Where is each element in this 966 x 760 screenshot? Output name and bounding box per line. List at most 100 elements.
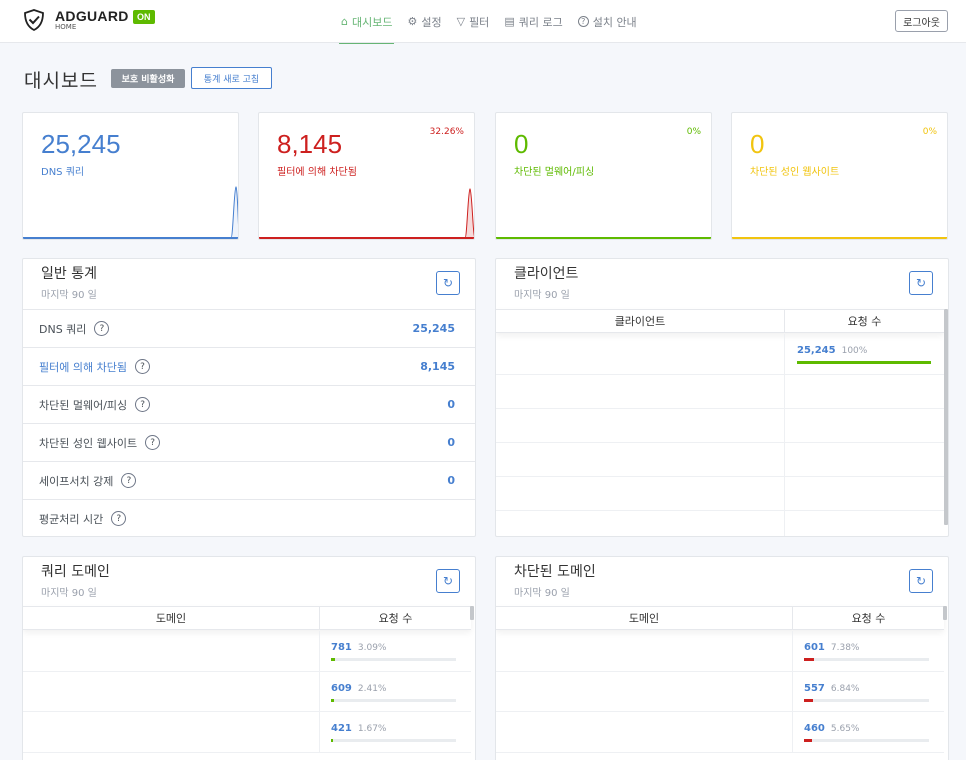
scrollbar[interactable] (943, 606, 947, 620)
refresh-button[interactable]: ↻ (436, 569, 460, 593)
scrollbar[interactable] (944, 309, 948, 525)
row-value: 0 (447, 474, 455, 487)
column-header-requests[interactable]: 요청 수 (793, 607, 944, 629)
stat-label: 차단된 멀웨어/피싱 (514, 167, 595, 178)
request-count: 25,245 (797, 345, 836, 356)
row-label: 세이프서치 강제 (39, 474, 114, 488)
panel-subtitle: 마지막 90 일 (41, 588, 97, 599)
row-value: 25,245 (412, 322, 455, 335)
app-name: ADGUARD (55, 8, 129, 24)
request-count: 460 (804, 723, 825, 734)
panel-title: 쿼리 도메인 (41, 564, 110, 580)
help-icon[interactable]: ? (135, 397, 151, 412)
stat-card-dns-queries: 25,245 DNS 쿼리 (22, 112, 239, 240)
column-header-domain[interactable]: 도메인 (23, 607, 320, 629)
card-accent-line (732, 237, 947, 239)
column-header-client[interactable]: 클라이언트 (496, 310, 785, 332)
disable-protection-button[interactable]: 보호 비활성화 (111, 69, 185, 88)
requests-cell: 421 1.67% (320, 712, 471, 752)
column-header-requests[interactable]: 요청 수 (785, 310, 944, 332)
nav-setup-guide[interactable]: ? 설치 안내 (577, 0, 637, 43)
dns-queries-sparkline (23, 186, 238, 239)
general-row-malware: 차단된 멀웨어/피싱 ? 0 (23, 385, 475, 423)
progress-bar (331, 739, 456, 742)
help-icon[interactable]: ? (94, 321, 110, 336)
request-count: 781 (331, 642, 352, 653)
general-row-blocked-filters: 필터에 의해 차단됨 ? 8,145 (23, 347, 475, 385)
help-icon[interactable]: ? (121, 473, 137, 488)
nav-label: 필터 (469, 15, 490, 29)
domain-cell (23, 712, 320, 752)
refresh-button[interactable]: ↻ (909, 271, 933, 295)
stat-value: 0 (514, 129, 529, 159)
progress-fill (331, 699, 334, 702)
help-icon: ? (577, 16, 589, 27)
table-row: 609 2.41% (23, 672, 471, 712)
help-icon[interactable]: ? (134, 359, 150, 374)
domain-cell (496, 672, 793, 711)
shield-check-icon (24, 9, 44, 32)
stat-card-blocked-by-filters: 32.26% 8,145 필터에 의해 차단됨 (258, 112, 475, 240)
nav-query-log[interactable]: ▤ 쿼리 로그 (504, 0, 562, 43)
progress-bar (797, 361, 931, 364)
document-icon: ▤ (504, 15, 515, 28)
stat-value: 0 (750, 129, 765, 159)
request-count: 557 (804, 683, 825, 694)
panel-subtitle: 마지막 90 일 (514, 588, 570, 599)
nav-filters[interactable]: ▽ 필터 (457, 0, 490, 43)
requests-cell: 781 3.09% (320, 631, 471, 671)
table-row: 421 1.67% (23, 712, 471, 753)
progress-fill (331, 739, 333, 742)
logout-button[interactable]: 로그아웃 (895, 10, 948, 32)
table-row: 25,245 100% (496, 334, 944, 375)
row-value: 0 (447, 398, 455, 411)
domain-cell (496, 712, 793, 752)
query-domains-table-header: 도메인 요청 수 (23, 606, 471, 630)
app-subname: HOME (55, 23, 77, 31)
table-row (496, 477, 944, 511)
stat-percent: 0% (922, 127, 937, 137)
help-icon[interactable]: ? (145, 435, 161, 450)
request-percent: 7.38% (830, 643, 860, 653)
refresh-stats-button[interactable]: 통계 새로 고침 (191, 67, 272, 89)
progress-fill (331, 658, 335, 661)
column-header-requests[interactable]: 요청 수 (320, 607, 471, 629)
progress-fill (804, 699, 813, 702)
filter-icon: ▽ (456, 15, 466, 28)
nav-settings[interactable]: ⚙ 설정 (407, 0, 441, 43)
request-percent: 3.09% (357, 643, 387, 653)
nav-dashboard[interactable]: ⌂ 대시보드 (338, 0, 395, 44)
progress-bar (804, 658, 929, 661)
domain-cell (23, 672, 320, 711)
nav-label: 설치 안내 (592, 15, 637, 29)
nav-label: 설정 (421, 15, 442, 29)
requests-cell: 557 6.84% (793, 672, 944, 711)
requests-cell: 609 2.41% (320, 672, 471, 711)
refresh-button[interactable]: ↻ (436, 271, 460, 295)
requests-cell: 601 7.38% (793, 631, 944, 671)
adguard-logo[interactable]: ADGUARD HOME (22, 8, 129, 32)
card-accent-line (496, 237, 711, 239)
progress-bar (804, 699, 929, 702)
refresh-button[interactable]: ↻ (909, 569, 933, 593)
general-stats-panel: 일반 통계 마지막 90 일 ↻ DNS 쿼리 ? 25,245 필터에 의해 … (22, 258, 476, 537)
row-value: 8,145 (420, 360, 455, 373)
column-header-domain[interactable]: 도메인 (496, 607, 793, 629)
help-icon[interactable]: ? (111, 511, 127, 526)
request-percent: 1.67% (357, 724, 387, 734)
stat-card-adult-sites: 0% 0 차단된 성인 웹사이트 (731, 112, 948, 240)
table-row (496, 511, 944, 536)
table-row (496, 375, 944, 409)
table-row: 460 5.65% (496, 712, 944, 753)
row-label: 차단된 멀웨어/피싱 (39, 398, 128, 412)
general-row-safesearch: 세이프서치 강제 ? 0 (23, 461, 475, 499)
requests-cell: 25,245 100% (785, 334, 944, 374)
stat-percent: 0% (686, 127, 701, 137)
general-row-dns-queries: DNS 쿼리 ? 25,245 (23, 309, 475, 347)
blocked-sparkline (259, 188, 474, 239)
progress-bar (331, 699, 456, 702)
scrollbar[interactable] (470, 606, 474, 620)
main-nav: ⌂ 대시보드 ⚙ 설정 ▽ 필터 ▤ 쿼리 로그 ? 설치 안내 (338, 0, 652, 44)
table-row (496, 443, 944, 477)
requests-cell: 460 5.65% (793, 712, 944, 752)
